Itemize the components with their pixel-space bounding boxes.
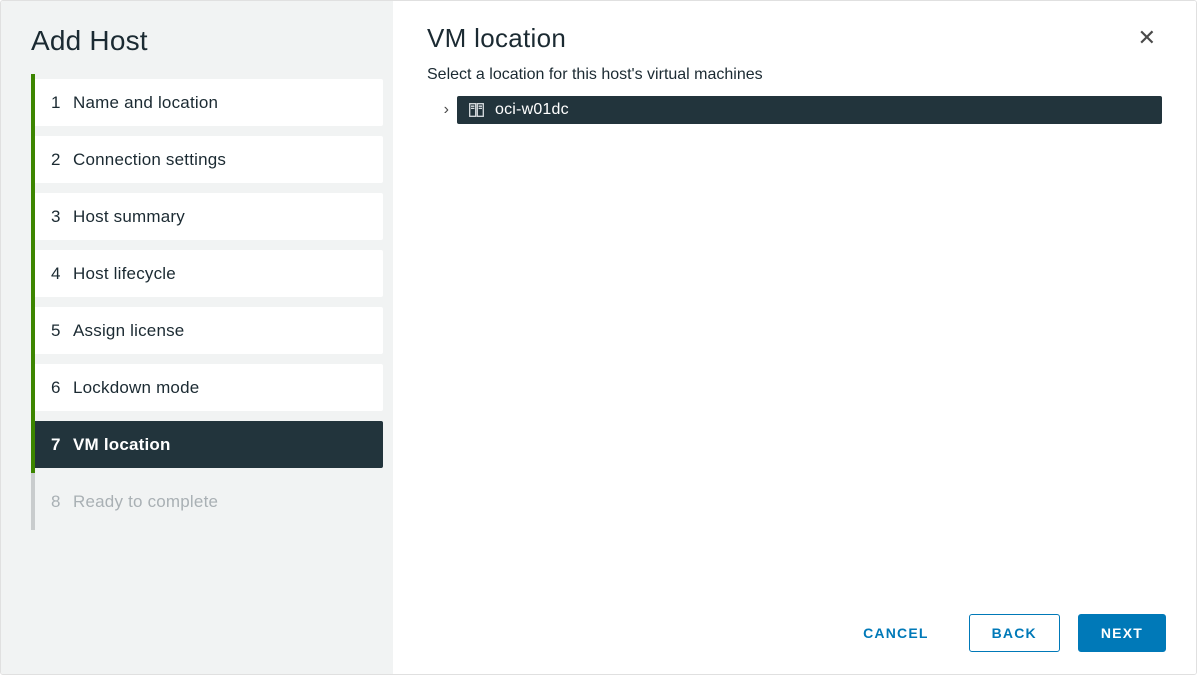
wizard-step-host-summary[interactable]: 3 Host summary bbox=[31, 193, 383, 240]
step-label: VM location bbox=[73, 435, 171, 455]
step-label: Lockdown mode bbox=[73, 378, 199, 398]
step-number: 8 bbox=[51, 492, 73, 512]
panel-footer: CANCEL BACK NEXT bbox=[393, 596, 1196, 674]
close-icon[interactable]: ✕ bbox=[1132, 23, 1162, 53]
wizard-nav: Add Host 1 Name and location 2 Connectio… bbox=[1, 1, 393, 674]
datacenter-icon bbox=[469, 103, 485, 117]
step-label: Host summary bbox=[73, 207, 185, 227]
panel-header: VM location ✕ bbox=[393, 1, 1196, 60]
step-label: Assign license bbox=[73, 321, 184, 341]
step-label: Host lifecycle bbox=[73, 264, 176, 284]
panel-subtitle: Select a location for this host's virtua… bbox=[393, 60, 1196, 96]
wizard-title: Add Host bbox=[1, 1, 393, 79]
next-button[interactable]: NEXT bbox=[1078, 614, 1166, 652]
step-number: 3 bbox=[51, 207, 73, 227]
wizard-step-host-lifecycle[interactable]: 4 Host lifecycle bbox=[31, 250, 383, 297]
chevron-right-icon[interactable]: › bbox=[427, 101, 449, 119]
back-button[interactable]: BACK bbox=[969, 614, 1060, 652]
step-label: Name and location bbox=[73, 93, 218, 113]
step-number: 5 bbox=[51, 321, 73, 341]
tree-node-datacenter[interactable]: oci-w01dc bbox=[457, 96, 1162, 124]
wizard-step-assign-license[interactable]: 5 Assign license bbox=[31, 307, 383, 354]
step-number: 2 bbox=[51, 150, 73, 170]
step-label: Connection settings bbox=[73, 150, 226, 170]
wizard-step-connection-settings[interactable]: 2 Connection settings bbox=[31, 136, 383, 183]
add-host-wizard-dialog: Add Host 1 Name and location 2 Connectio… bbox=[0, 0, 1197, 675]
location-tree: › oci-w01dc bbox=[393, 96, 1196, 124]
panel-title: VM location bbox=[427, 23, 566, 54]
tree-row: › oci-w01dc bbox=[427, 96, 1162, 124]
step-label: Ready to complete bbox=[73, 492, 218, 512]
wizard-step-name-and-location[interactable]: 1 Name and location bbox=[31, 79, 383, 126]
wizard-step-vm-location[interactable]: 7 VM location bbox=[31, 421, 383, 468]
wizard-step-lockdown-mode[interactable]: 6 Lockdown mode bbox=[31, 364, 383, 411]
step-number: 4 bbox=[51, 264, 73, 284]
wizard-step-ready-to-complete: 8 Ready to complete bbox=[31, 478, 383, 525]
wizard-panel: VM location ✕ Select a location for this… bbox=[393, 1, 1196, 674]
cancel-button[interactable]: CANCEL bbox=[841, 615, 951, 651]
step-number: 6 bbox=[51, 378, 73, 398]
tree-node-label: oci-w01dc bbox=[495, 101, 569, 119]
wizard-steps: 1 Name and location 2 Connection setting… bbox=[1, 79, 393, 525]
step-number: 7 bbox=[51, 435, 73, 455]
step-number: 1 bbox=[51, 93, 73, 113]
